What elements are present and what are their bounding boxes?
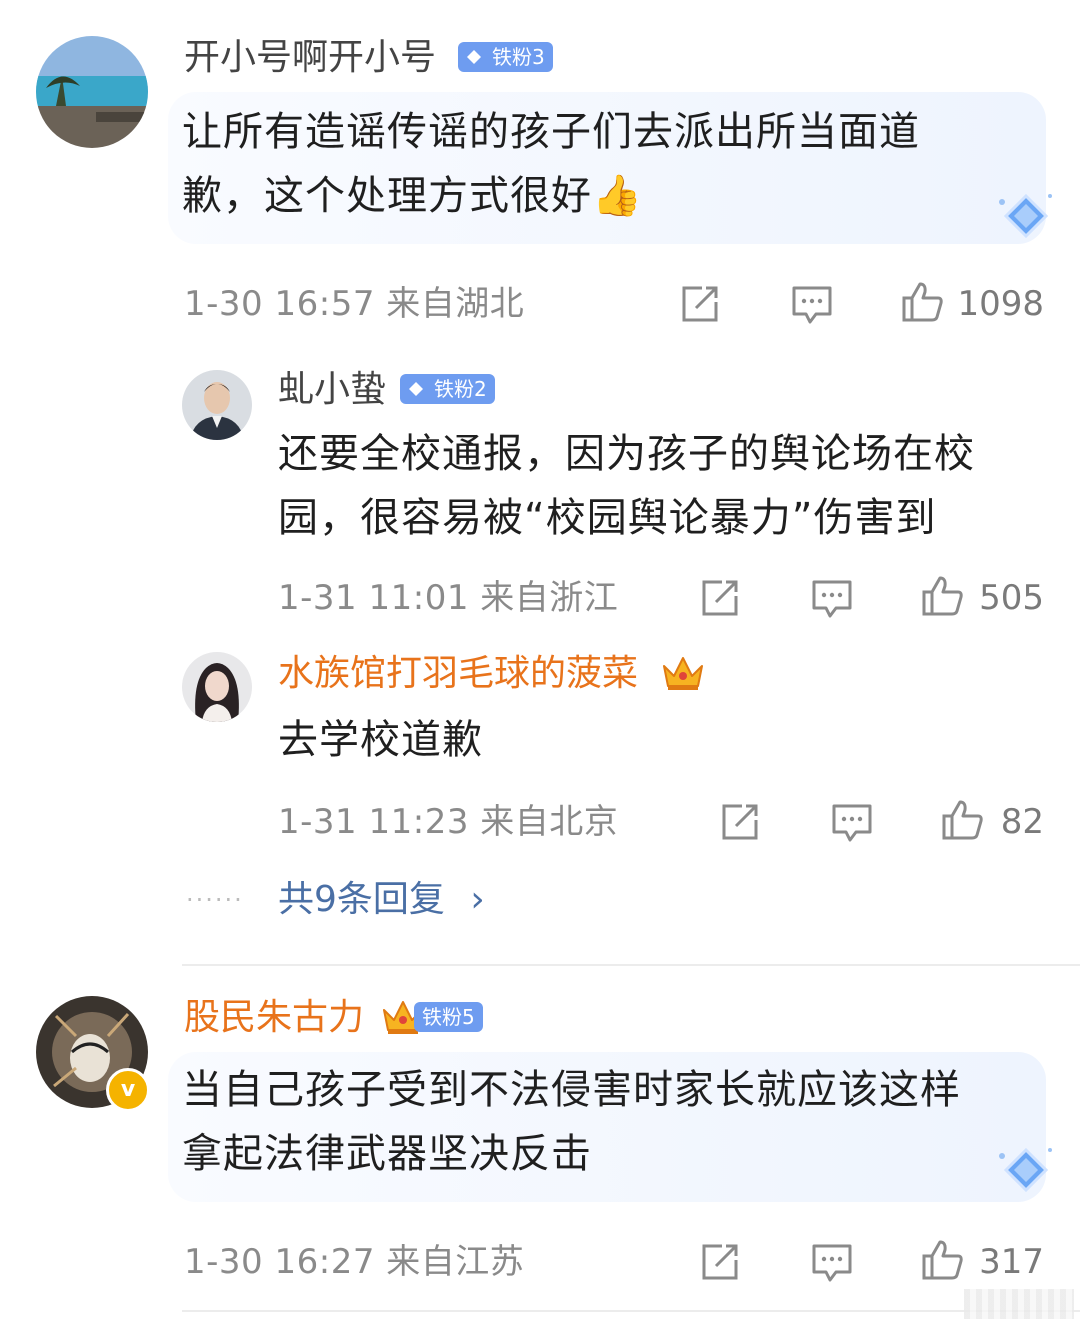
repost-icon[interactable] (718, 800, 762, 844)
avatar[interactable] (182, 652, 252, 722)
reply-line-2: 园，很容易被“校园舆论暴力”伤害到 (278, 495, 937, 541)
fan-badge: 铁粉2 (400, 374, 495, 404)
repost-icon[interactable] (678, 282, 722, 326)
comment-icon[interactable] (810, 1240, 854, 1284)
comment-bubble[interactable]: 当自己孩子受到不法侵害时家长就应该这样 拿起法律武器坚决反击 (168, 1052, 1052, 1202)
reply-text: 还要全校通报，因为孩子的舆论场在校 园，很容易被“校园舆论暴力”伤害到 (278, 422, 1048, 550)
repost-icon[interactable] (698, 576, 742, 620)
diamond-icon (999, 193, 1052, 239)
reply-line-1: 还要全校通报，因为孩子的舆论场在校 (278, 431, 975, 477)
comment-meta: 1-30 16:27 来自江苏 (184, 1240, 524, 1284)
like-count: 317 (979, 1242, 1044, 1282)
comment-2: v 股民朱古力 铁粉5 当自己孩子受到不法侵害时家长就应该这样 拿起法律武器坚决… (0, 966, 1080, 1323)
like-count: 82 (1000, 802, 1044, 842)
divider (182, 1310, 1080, 1312)
comment-text: 让所有造谣传谣的孩子们去派出所当面道 歉，这个处理方式很好👍 (182, 100, 1042, 228)
diamond-icon (999, 1147, 1052, 1193)
username[interactable]: 开小号啊开小号 (184, 36, 436, 80)
reply-2: 水族馆打羽毛球的菠菜 去学校道歉 1-31 11:23 来自北京 82 (0, 630, 1080, 860)
like-icon[interactable] (920, 1238, 964, 1282)
more-dots: ······ (186, 886, 244, 914)
reply-meta: 1-31 11:23 来自北京 (278, 800, 618, 844)
username[interactable]: 股民朱古力 (184, 996, 364, 1040)
badge-label: 铁粉2 (434, 377, 487, 401)
reply-meta: 1-31 11:01 来自浙江 (278, 576, 618, 620)
verified-badge: v (106, 1068, 150, 1112)
like-icon[interactable] (900, 280, 944, 324)
comment-line-2: 歉，这个处理方式很好👍 (182, 173, 643, 219)
fan-badge: 铁粉3 (458, 42, 553, 72)
comment-line-1: 当自己孩子受到不法侵害时家长就应该这样 (182, 1067, 961, 1113)
like-icon[interactable] (940, 798, 984, 842)
badge-label: 铁粉5 (422, 1005, 475, 1029)
comment-bubble[interactable]: 让所有造谣传谣的孩子们去派出所当面道 歉，这个处理方式很好👍 (168, 92, 1052, 244)
diamond-icon (409, 382, 423, 396)
reply-line-1: 去学校道歉 (278, 717, 483, 763)
comment-time: 1-30 16:57 (184, 284, 375, 324)
reply-location: 来自浙江 (480, 578, 619, 618)
reply-1: 虬小蛰 铁粉2 还要全校通报，因为孩子的舆论场在校 园，很容易被“校园舆论暴力”… (0, 340, 1080, 630)
comment-icon[interactable] (830, 800, 874, 844)
chevron-right-icon: › (470, 879, 485, 920)
comment-line-2: 拿起法律武器坚决反击 (182, 1131, 592, 1177)
username[interactable]: 虬小蛰 (278, 368, 386, 412)
fan-badge: 铁粉5 (414, 1002, 483, 1032)
avatar[interactable] (182, 370, 252, 440)
comment-time: 1-30 16:27 (184, 1242, 375, 1282)
avatar[interactable] (36, 36, 148, 148)
username[interactable]: 水族馆打羽毛球的菠菜 (278, 652, 638, 696)
comment-text: 当自己孩子受到不法侵害时家长就应该这样 拿起法律武器坚决反击 (182, 1058, 1042, 1186)
like-count: 505 (979, 578, 1044, 618)
comment-icon[interactable] (790, 282, 834, 326)
comment-line-1: 让所有造谣传谣的孩子们去派出所当面道 (182, 109, 920, 155)
comment-1: 开小号啊开小号 铁粉3 让所有造谣传谣的孩子们去派出所当面道 歉，这个处理方式很… (0, 0, 1080, 340)
comment-location: 来自江苏 (386, 1242, 525, 1282)
repost-icon[interactable] (698, 1240, 742, 1284)
more-replies-link[interactable]: 共9条回复 › (278, 878, 485, 922)
more-replies-label: 共9条回复 (278, 879, 445, 920)
reply-location: 来自北京 (480, 802, 619, 842)
like-count: 1098 (957, 284, 1044, 324)
comment-icon[interactable] (810, 576, 854, 620)
reply-time: 1-31 11:23 (278, 802, 469, 842)
comment-meta: 1-30 16:57 来自湖北 (184, 282, 524, 326)
like-icon[interactable] (920, 574, 964, 618)
crown-icon (663, 657, 703, 690)
watermark (964, 1289, 1074, 1319)
reply-time: 1-31 11:01 (278, 578, 469, 618)
badge-label: 铁粉3 (492, 45, 545, 69)
reply-text: 去学校道歉 (278, 708, 1048, 772)
diamond-icon (467, 50, 481, 64)
comment-location: 来自湖北 (386, 284, 525, 324)
